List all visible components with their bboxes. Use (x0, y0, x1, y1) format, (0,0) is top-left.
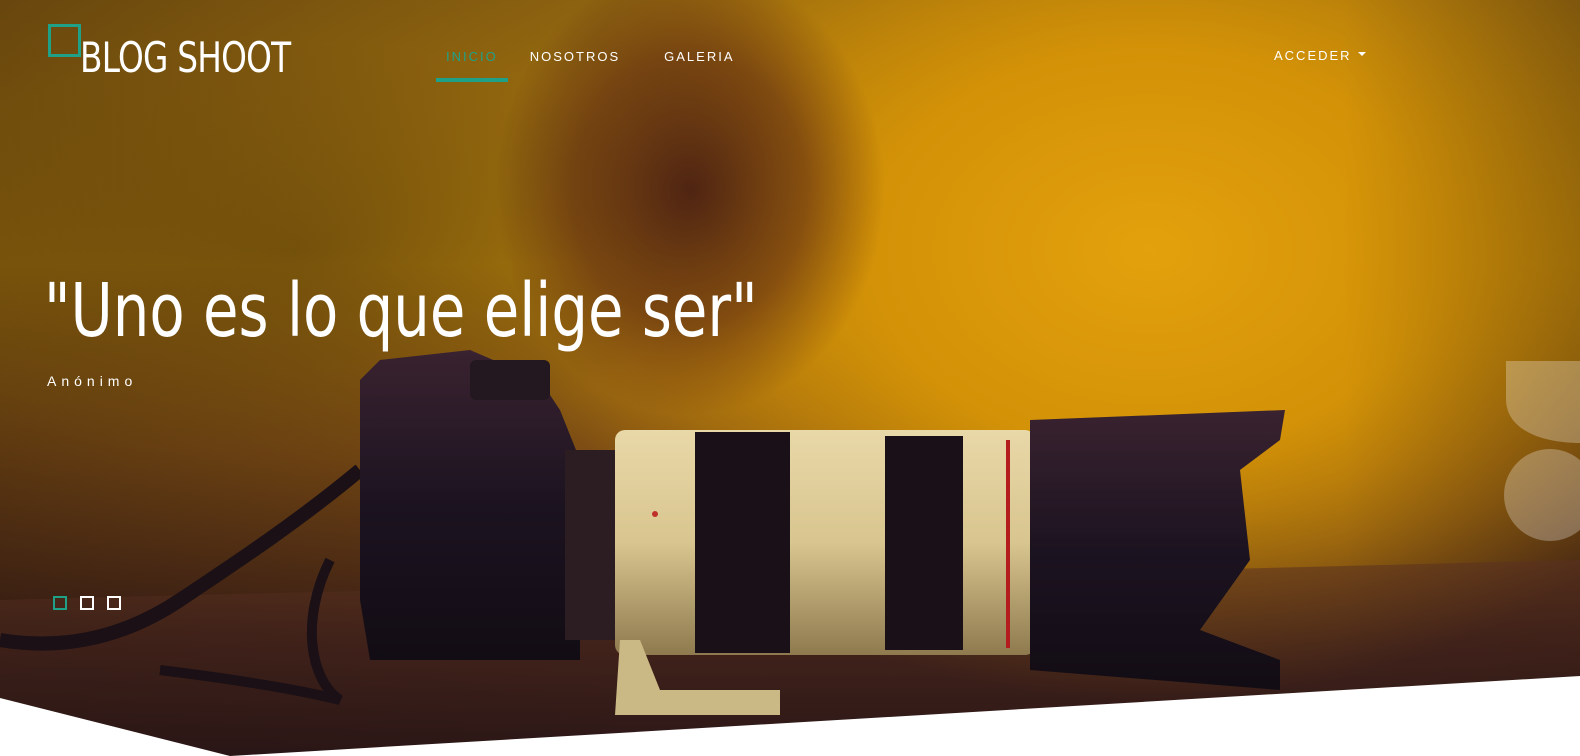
nav-item-galeria[interactable]: GALERIA (642, 40, 756, 82)
hero-banner: BLOG SHOOT INICIO NOSOTROS GALERIA ACCED… (0, 0, 1580, 756)
quote-author: Anónimo (47, 373, 138, 389)
caret-down-icon (1357, 51, 1366, 56)
slide-indicator-1[interactable] (53, 596, 67, 610)
camera-photo (0, 350, 1580, 756)
slide-indicator-2[interactable] (80, 596, 94, 610)
decorative-shapes (1504, 361, 1580, 541)
nav-item-nosotros[interactable]: NOSOTROS (508, 40, 642, 82)
nav-item-inicio[interactable]: INICIO (436, 40, 508, 82)
main-nav: INICIO NOSOTROS GALERIA (436, 40, 757, 82)
brand-name: BLOG SHOOT (80, 33, 291, 82)
login-dropdown[interactable]: ACCEDER (1274, 48, 1366, 63)
brand-logo[interactable]: BLOG SHOOT (48, 24, 308, 84)
slide-indicator-3[interactable] (107, 596, 121, 610)
hero-quote: "Uno es lo que elige ser" (44, 268, 758, 354)
logo-square-icon (48, 24, 81, 57)
slider-indicators (53, 596, 121, 610)
login-label: ACCEDER (1274, 48, 1352, 63)
